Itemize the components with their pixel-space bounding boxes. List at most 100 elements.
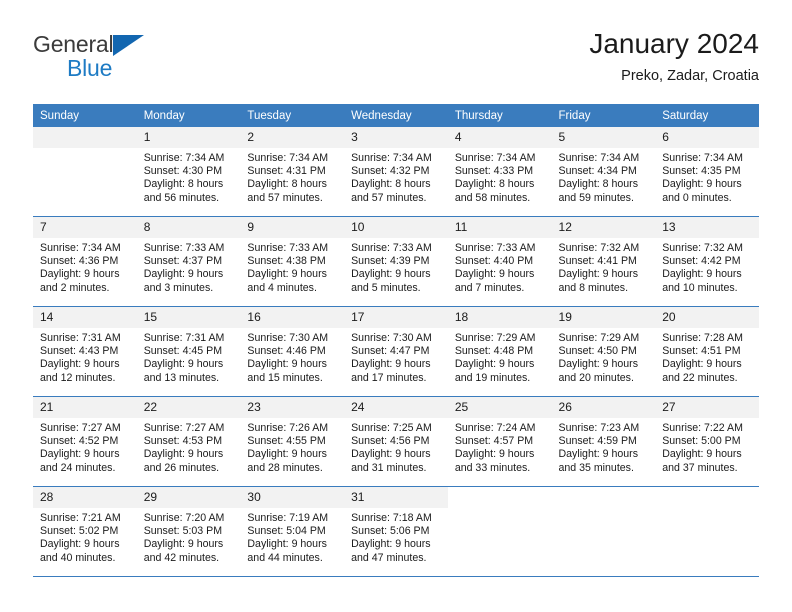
- calendar-day-cell[interactable]: 5 Sunrise: 7:34 AM Sunset: 4:34 PM Daylight…: [551, 127, 656, 216]
- calendar-day-cell[interactable]: 3 Sunrise: 7:34 AM Sunset: 4:32 PM Daylight…: [344, 127, 448, 216]
- day-info-line: Sunset: 4:59 PM: [558, 435, 637, 448]
- day-number: [655, 487, 759, 508]
- day-info-line: and 42 minutes.: [143, 551, 220, 564]
- day-number: 5: [551, 127, 656, 148]
- day-info-line: and 20 minutes.: [558, 371, 634, 384]
- day-number: 7: [33, 217, 137, 238]
- day-sun-info: Sunrise: 7:33 AM Sunset: 4:39 PM Daylight:…: [344, 238, 448, 295]
- day-number: 31: [344, 487, 448, 508]
- calendar-day-cell[interactable]: 20 Sunrise: 7:28 AM Sunset: 4:51 PM Dayligh…: [655, 307, 759, 396]
- calendar-day-cell[interactable]: 22 Sunrise: 7:27 AM Sunset: 4:53 PM Dayligh…: [136, 397, 241, 486]
- day-sun-info: Sunrise: 7:30 AM Sunset: 4:47 PM Daylight:…: [344, 328, 448, 385]
- day-info-line: Daylight: 8 hours: [143, 178, 224, 191]
- calendar-day-cell[interactable]: 7 Sunrise: 7:34 AM Sunset: 4:36 PM Daylight…: [33, 217, 137, 306]
- calendar-day-cell[interactable]: 23 Sunrise: 7:26 AM Sunset: 4:55 PM Dayligh…: [240, 397, 345, 486]
- day-info-line: Sunrise: 7:34 AM: [351, 152, 432, 164]
- calendar-week-row: 28 Sunrise: 7:21 AM Sunset: 5:02 PM Dayligh…: [33, 486, 759, 577]
- day-info-line: and 12 minutes.: [40, 371, 116, 384]
- day-number: 11: [447, 217, 552, 238]
- calendar-day-cell[interactable]: 30 Sunrise: 7:19 AM Sunset: 5:04 PM Dayligh…: [240, 487, 345, 576]
- day-info-line: Sunrise: 7:29 AM: [558, 332, 640, 344]
- day-sun-info: Sunrise: 7:28 AM Sunset: 4:51 PM Daylight:…: [655, 328, 759, 385]
- day-info-line: Daylight: 9 hours: [40, 358, 120, 371]
- calendar-day-cell[interactable]: 2 Sunrise: 7:34 AM Sunset: 4:31 PM Daylight…: [240, 127, 345, 216]
- calendar-day-cell[interactable]: 19 Sunrise: 7:29 AM Sunset: 4:50 PM Dayligh…: [551, 307, 656, 396]
- calendar-day-cell[interactable]: 27 Sunrise: 7:22 AM Sunset: 5:00 PM Dayligh…: [655, 397, 759, 486]
- day-number: 22: [136, 397, 241, 418]
- calendar-day-cell[interactable]: 13 Sunrise: 7:32 AM Sunset: 4:42 PM Dayligh…: [655, 217, 759, 306]
- calendar-day-cell[interactable]: 8 Sunrise: 7:33 AM Sunset: 4:37 PM Daylight…: [136, 217, 241, 306]
- day-info-line: Sunset: 4:57 PM: [454, 435, 534, 448]
- day-info-line: Sunset: 4:31 PM: [247, 165, 326, 178]
- logo-general-text: General: [33, 31, 114, 57]
- calendar-day-cell[interactable]: 15 Sunrise: 7:31 AM Sunset: 4:45 PM Dayligh…: [136, 307, 241, 396]
- day-number: 20: [655, 307, 759, 328]
- day-info-line: Sunset: 5:03 PM: [143, 525, 223, 538]
- day-number: 24: [344, 397, 448, 418]
- day-info-line: Daylight: 9 hours: [247, 358, 327, 371]
- day-number: 2: [240, 127, 345, 148]
- day-number: 29: [136, 487, 241, 508]
- day-sun-info: [655, 508, 759, 512]
- day-number: 19: [551, 307, 656, 328]
- calendar-day-cell[interactable]: 4 Sunrise: 7:34 AM Sunset: 4:33 PM Daylight…: [447, 127, 552, 216]
- weekday-header-wednesday: Wednesday: [344, 104, 448, 127]
- day-info-line: Daylight: 8 hours: [558, 178, 639, 191]
- day-info-line: Sunrise: 7:26 AM: [247, 422, 329, 434]
- day-number: 25: [447, 397, 552, 418]
- day-number: 9: [240, 217, 345, 238]
- calendar-day-cell[interactable]: 1 Sunrise: 7:34 AM Sunset: 4:30 PM Daylight…: [136, 127, 241, 216]
- calendar-day-cell[interactable]: 11 Sunrise: 7:33 AM Sunset: 4:40 PM Dayligh…: [447, 217, 552, 306]
- day-info-line: Sunset: 4:37 PM: [143, 255, 223, 268]
- calendar-day-cell[interactable]: 29 Sunrise: 7:20 AM Sunset: 5:03 PM Dayligh…: [136, 487, 241, 576]
- day-sun-info: Sunrise: 7:27 AM Sunset: 4:52 PM Daylight:…: [33, 418, 137, 475]
- day-sun-info: Sunrise: 7:19 AM Sunset: 5:04 PM Daylight:…: [240, 508, 344, 565]
- day-info-line: and 47 minutes.: [351, 551, 427, 564]
- day-info-line: Daylight: 9 hours: [143, 538, 224, 551]
- day-info-line: Sunset: 4:30 PM: [143, 165, 223, 178]
- calendar-day-cell[interactable]: 12 Sunrise: 7:32 AM Sunset: 4:41 PM Dayligh…: [551, 217, 656, 306]
- day-sun-info: Sunrise: 7:22 AM Sunset: 5:00 PM Daylight:…: [655, 418, 759, 475]
- calendar-day-cell[interactable]: 24 Sunrise: 7:25 AM Sunset: 4:56 PM Dayligh…: [344, 397, 448, 486]
- calendar-day-cell[interactable]: 28 Sunrise: 7:21 AM Sunset: 5:02 PM Dayligh…: [33, 487, 137, 576]
- calendar-day-cell[interactable]: 10 Sunrise: 7:33 AM Sunset: 4:39 PM Dayligh…: [344, 217, 448, 306]
- day-info-line: Daylight: 9 hours: [143, 358, 224, 371]
- day-info-line: Daylight: 9 hours: [662, 448, 742, 461]
- day-sun-info: Sunrise: 7:27 AM Sunset: 4:53 PM Daylight:…: [137, 418, 241, 475]
- calendar-day-cell[interactable]: 9 Sunrise: 7:33 AM Sunset: 4:38 PM Daylight…: [240, 217, 345, 306]
- page-title: January 2024: [589, 28, 759, 59]
- day-number: 23: [240, 397, 345, 418]
- day-info-line: Sunrise: 7:34 AM: [143, 152, 225, 164]
- calendar-day-cell[interactable]: 6 Sunrise: 7:34 AM Sunset: 4:35 PM Daylight…: [655, 127, 759, 216]
- day-number: 30: [240, 487, 345, 508]
- day-info-line: and 8 minutes.: [558, 281, 629, 294]
- day-info-line: Sunrise: 7:34 AM: [454, 152, 536, 164]
- day-number: 21: [33, 397, 137, 418]
- day-info-line: and 37 minutes.: [662, 461, 738, 474]
- calendar-day-cell[interactable]: 21 Sunrise: 7:27 AM Sunset: 4:52 PM Dayligh…: [33, 397, 137, 486]
- calendar-day-cell[interactable]: 31 Sunrise: 7:18 AM Sunset: 5:06 PM Dayligh…: [344, 487, 448, 576]
- day-info-line: Sunrise: 7:24 AM: [454, 422, 536, 434]
- day-info-line: Sunset: 5:04 PM: [247, 525, 326, 538]
- calendar-day-cell[interactable]: 25 Sunrise: 7:24 AM Sunset: 4:57 PM Dayligh…: [447, 397, 552, 486]
- calendar-day-cell[interactable]: 26 Sunrise: 7:23 AM Sunset: 4:59 PM Dayligh…: [551, 397, 656, 486]
- logo-top-row: General: [33, 30, 233, 58]
- day-number: [33, 127, 137, 148]
- day-sun-info: Sunrise: 7:30 AM Sunset: 4:46 PM Daylight:…: [240, 328, 344, 385]
- day-info-line: Sunrise: 7:34 AM: [40, 242, 121, 254]
- calendar-day-cell[interactable]: 16 Sunrise: 7:30 AM Sunset: 4:46 PM Dayligh…: [240, 307, 345, 396]
- day-info-line: Sunset: 4:34 PM: [558, 165, 637, 178]
- day-info-line: and 15 minutes.: [247, 371, 323, 384]
- calendar-day-cell[interactable]: 18 Sunrise: 7:29 AM Sunset: 4:48 PM Dayligh…: [447, 307, 552, 396]
- day-info-line: and 2 minutes.: [40, 281, 110, 294]
- day-info-line: Sunset: 4:41 PM: [558, 255, 637, 268]
- day-info-line: Daylight: 9 hours: [558, 358, 639, 371]
- day-info-line: Sunrise: 7:33 AM: [454, 242, 536, 254]
- day-number: [448, 487, 552, 508]
- day-info-line: Sunrise: 7:32 AM: [558, 242, 640, 254]
- calendar-week-row: 14 Sunrise: 7:31 AM Sunset: 4:43 PM Dayligh…: [33, 306, 759, 397]
- day-number: 28: [33, 487, 137, 508]
- calendar-day-cell[interactable]: 17 Sunrise: 7:30 AM Sunset: 4:47 PM Dayligh…: [344, 307, 448, 396]
- day-sun-info: Sunrise: 7:34 AM Sunset: 4:34 PM Daylight:…: [552, 148, 656, 205]
- calendar-day-cell[interactable]: 14 Sunrise: 7:31 AM Sunset: 4:43 PM Dayligh…: [33, 307, 137, 396]
